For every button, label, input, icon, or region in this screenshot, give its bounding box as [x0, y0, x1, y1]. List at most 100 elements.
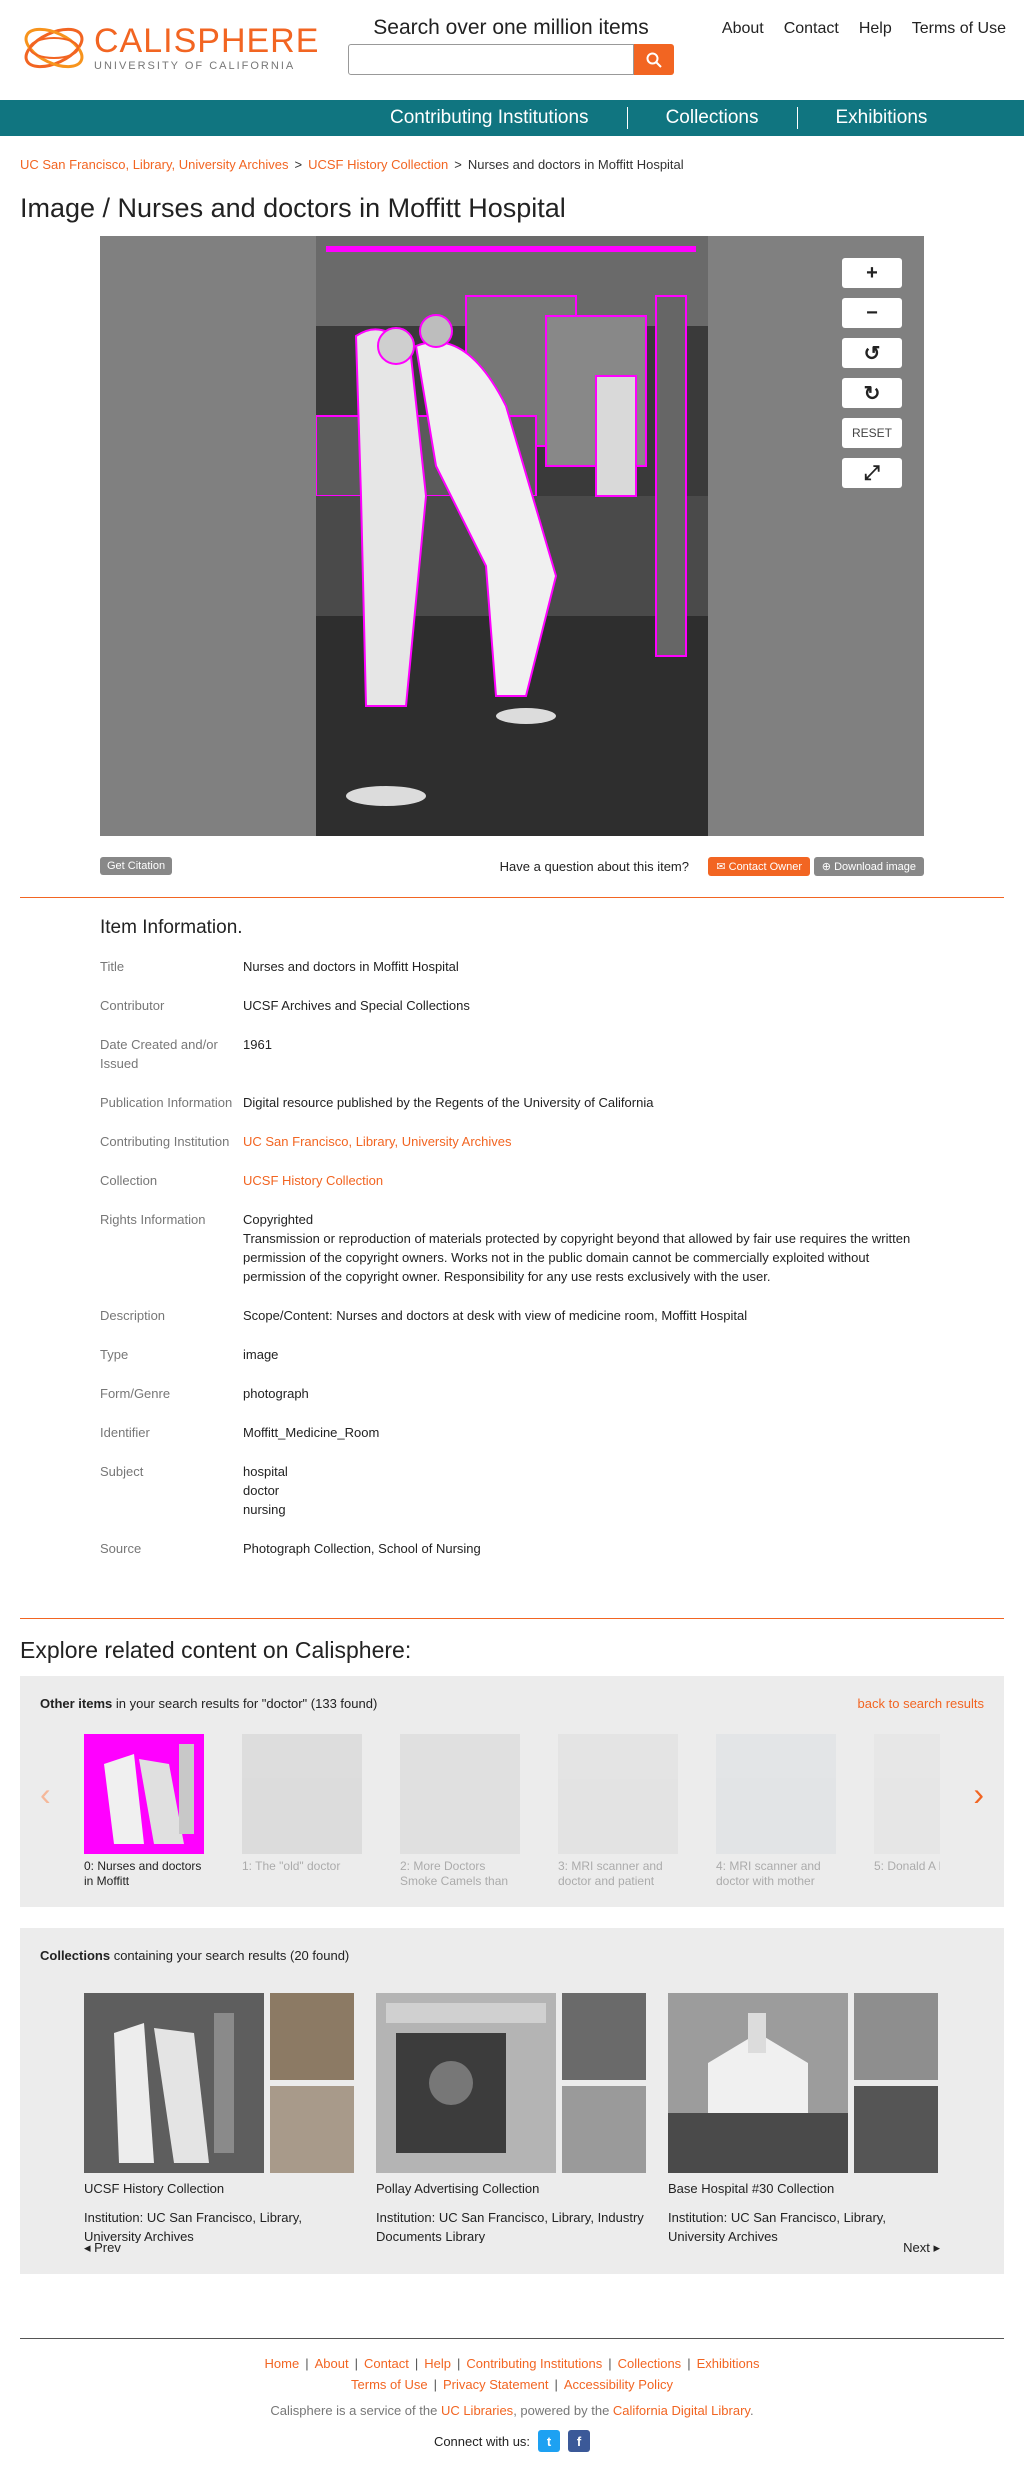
nav-collections[interactable]: Collections [628, 107, 798, 129]
footer-link-help[interactable]: Help [424, 2356, 451, 2371]
nav-exhibitions[interactable]: Exhibitions [798, 107, 966, 129]
explore-title: Explore related content on Calisphere: [20, 1637, 412, 1663]
info-row-collection: Collection UCSF History Collection [100, 1171, 924, 1190]
info-row-publication: Publication Information Digital resource … [100, 1093, 924, 1112]
caret-left-icon: ◂ [84, 2240, 95, 2255]
footer-link-contact[interactable]: Contact [364, 2356, 409, 2371]
info-row-source: Source Photograph Collection, School of N… [100, 1539, 924, 1558]
subject-item: hospital [243, 1464, 288, 1479]
footer-link-collections[interactable]: Collections [618, 2356, 682, 2371]
info-label: Collection [100, 1173, 158, 1188]
next-label: Next [903, 2240, 930, 2255]
collection-card[interactable]: Base Hospital #30 Collection Institution… [668, 1993, 938, 2243]
back-to-search-link[interactable]: back to search results [858, 1696, 984, 1711]
subject-item: nursing [243, 1502, 286, 1517]
top-link-about[interactable]: About [722, 20, 764, 38]
collections-next[interactable]: Next ▸ [903, 2240, 940, 2256]
info-value: UCSF Archives and Special Collections [243, 998, 470, 1013]
image-viewer[interactable]: + − ↺ ↻ RESET ⤢ [100, 236, 924, 836]
info-row-type: Type image [100, 1345, 924, 1364]
cdl-link[interactable]: California Digital Library [613, 2403, 750, 2418]
search-button[interactable] [634, 44, 674, 75]
footer-link-contributing-institutions[interactable]: Contributing Institutions [466, 2356, 602, 2371]
top-link-terms[interactable]: Terms of Use [912, 20, 1006, 38]
institution-link[interactable]: UC San Francisco, Library, University Ar… [243, 1134, 512, 1149]
collection-link[interactable]: UCSF History Collection [243, 1173, 383, 1188]
thumbnail-image [242, 1734, 362, 1854]
other-items-panel: Other items in your search results for "… [20, 1676, 1004, 1907]
info-label: Type [100, 1347, 129, 1362]
carousel-prev-arrow[interactable]: ‹ [40, 1776, 51, 1813]
get-citation-button[interactable]: Get Citation [100, 857, 173, 875]
info-value: Photograph Collection, School of Nursing [243, 1541, 481, 1556]
footer-link-privacy[interactable]: Privacy Statement [443, 2377, 549, 2392]
reset-button[interactable]: RESET [842, 418, 902, 448]
nav-contributing-institutions[interactable]: Contributing Institutions [372, 107, 628, 129]
footer-link-exhibitions[interactable]: Exhibitions [697, 2356, 760, 2371]
collection-card[interactable]: UCSF History Collection Institution: UC … [84, 1993, 354, 2243]
collection-image-grid [84, 1993, 354, 2173]
collection-institution: Institution: UC San Francisco, Library, … [668, 2210, 886, 2243]
info-row-subject: Subject hospital doctor nursing [100, 1462, 924, 1519]
footer-link-about[interactable]: About [315, 2356, 349, 2371]
divider [20, 1618, 1004, 1619]
info-row-description: Description Scope/Content: Nurses and doc… [100, 1306, 924, 1325]
collections-heading: Collections containing your search resul… [40, 1948, 349, 1963]
main-nav: Contributing Institutions Collections Ex… [0, 100, 1024, 136]
download-image-button[interactable]: ⊕ Download image [813, 857, 924, 876]
calisphere-logo-icon [24, 27, 84, 69]
thumbnail-item[interactable]: 4: MRI scanner and doctor with mother [716, 1734, 836, 1889]
photo-scene [316, 236, 708, 836]
logo-subtitle: UNIVERSITY OF CALIFORNIA [94, 60, 296, 72]
thumbnail-item[interactable]: 1: The "old" doctor [242, 1734, 362, 1874]
top-link-help[interactable]: Help [859, 20, 892, 38]
info-row-date: Date Created and/or Issued 1961 [100, 1035, 924, 1073]
zoom-out-button[interactable]: − [842, 298, 902, 328]
thumbnail-item[interactable]: 5: Donald A letter to Al [874, 1734, 940, 1874]
collection-card[interactable]: Pollay Advertising Collection Institutio… [376, 1993, 646, 2243]
collections-bold: Collections [40, 1948, 111, 1963]
item-actions: Get Citation Have a question about this … [100, 857, 924, 877]
breadcrumb-institution[interactable]: UC San Francisco, Library, University Ar… [20, 157, 289, 172]
info-label: Title [100, 959, 125, 974]
calisphere-logo[interactable]: CALISPHERE UNIVERSITY OF CALIFORNIA [20, 18, 319, 78]
collections-count: containing your search results (20 found… [110, 1948, 350, 1963]
uc-libraries-link[interactable]: UC Libraries [441, 2403, 513, 2418]
thumbnail-label: 0: Nurses and doctors in Moffitt [84, 1859, 202, 1888]
thumbnail-image [716, 1734, 836, 1854]
zoom-in-button[interactable]: + [842, 258, 902, 288]
breadcrumb-collection[interactable]: UCSF History Collection [308, 157, 448, 172]
twitter-icon[interactable]: t [538, 2430, 561, 2452]
credit-text: Calisphere is a service of the [270, 2403, 441, 2418]
thumbnail-carousel: 0: Nurses and doctors in Moffitt 1: The … [84, 1734, 940, 1894]
collections-prev[interactable]: ◂ Prev [84, 2240, 121, 2256]
info-label: Rights Information [100, 1212, 206, 1227]
thumbnail-item[interactable]: 2: More Doctors Smoke Camels than [400, 1734, 520, 1889]
subject-item: doctor [243, 1483, 280, 1498]
info-label: Description [100, 1308, 166, 1323]
top-link-contact[interactable]: Contact [784, 20, 839, 38]
search-input[interactable] [348, 44, 634, 75]
footer-link-terms[interactable]: Terms of Use [351, 2377, 428, 2392]
info-row-form-genre: Form/Genre photograph [100, 1384, 924, 1403]
thumbnail-label: 2: More Doctors Smoke Camels than [400, 1859, 509, 1888]
thumbnail-item[interactable]: 0: Nurses and doctors in Moffitt [84, 1734, 204, 1889]
footer-divider [20, 2338, 1004, 2339]
facebook-icon[interactable]: f [568, 2430, 591, 2452]
footer-social: Connect with us: t f [0, 2430, 1024, 2452]
collection-title: Base Hospital #30 Collection [668, 2181, 835, 2196]
carousel-next-arrow[interactable]: › [973, 1776, 984, 1813]
breadcrumb-separator: > [454, 157, 462, 172]
contact-owner-button[interactable]: ✉ Contact Owner [708, 857, 810, 876]
connect-label: Connect with us: [433, 2433, 531, 2449]
footer-links: Home | About | Contact | Help | Contributing Ins… [264, 2356, 760, 2392]
info-row-institution: Contributing Institution UC San Francisco… [100, 1132, 924, 1151]
fullscreen-button[interactable]: ⤢ [842, 458, 902, 488]
footer-link-home[interactable]: Home [265, 2356, 300, 2371]
thumbnail-item[interactable]: 3: MRI scanner and doctor and patient [558, 1734, 678, 1889]
rotate-left-button[interactable]: ↺ [842, 338, 902, 368]
collections-panel: Collections containing your search resul… [20, 1928, 1004, 2274]
rotate-right-button[interactable]: ↻ [842, 378, 902, 408]
footer-link-accessibility[interactable]: Accessibility Policy [564, 2377, 673, 2392]
rights-statement: Transmission or reproduction of material… [243, 1231, 911, 1284]
